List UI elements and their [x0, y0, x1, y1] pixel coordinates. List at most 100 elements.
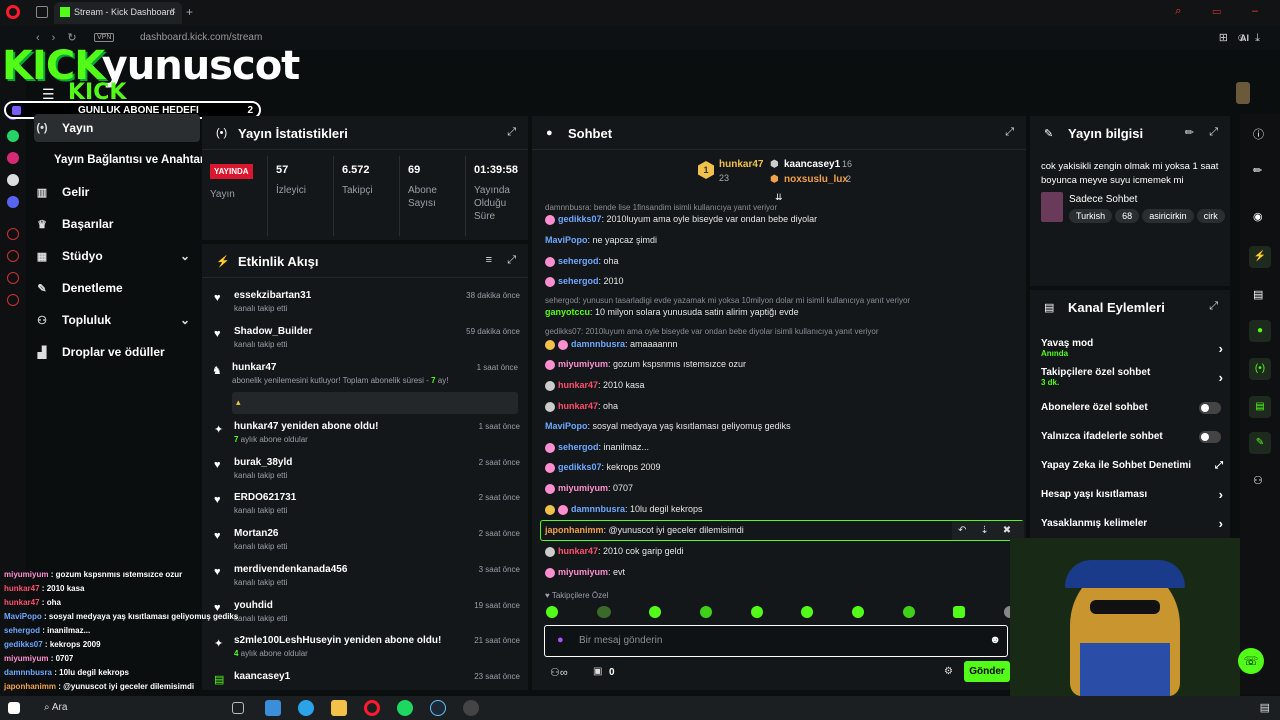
community-icon[interactable]: ⚇ — [1253, 474, 1263, 487]
support-chat-icon[interactable]: ☏ — [1238, 648, 1264, 674]
nav-item-topluluk[interactable]: ⚇ Topluluk ⌄ — [34, 306, 200, 334]
notification-icon[interactable]: ▤ — [1260, 701, 1270, 714]
windows-start-icon[interactable] — [8, 702, 20, 714]
activity-name[interactable]: youhdid — [234, 600, 273, 611]
download-icon[interactable] — [7, 250, 19, 262]
slow-mode-row[interactable]: Yavaş mod Anında › — [1041, 338, 1225, 362]
filter-icon[interactable]: ≡ — [486, 254, 492, 266]
emoji-icon[interactable]: ☻ — [989, 634, 1001, 646]
chat-username[interactable]: miyumiyum — [558, 567, 608, 577]
chat-username[interactable]: miyumiyum — [558, 359, 608, 369]
chat-username[interactable]: hunkar47 — [558, 380, 598, 390]
browser-tab[interactable]: Stream - Kick Dashboard × — [54, 2, 182, 24]
infinity-icon[interactable]: ⚇∞ — [550, 666, 568, 679]
activity-name[interactable]: hunkar47 — [232, 362, 276, 373]
activity-name[interactable]: essekzibartan31 — [234, 290, 311, 301]
chat-username[interactable]: gedikks07 — [558, 462, 602, 472]
emote-icon[interactable] — [546, 606, 558, 618]
nav-item-gelir[interactable]: ▥ Gelir — [34, 178, 200, 206]
ai-button[interactable]: AI — [1240, 33, 1249, 43]
camera-icon[interactable]: ◉ — [1253, 210, 1263, 223]
subs-chat-row[interactable]: Abonelere özel sohbet — [1041, 402, 1225, 416]
opera-logo-icon[interactable] — [6, 5, 20, 19]
url-field[interactable]: dashboard.kick.com/stream — [140, 32, 262, 43]
file-explorer-icon[interactable] — [331, 700, 347, 716]
extensions-icon[interactable] — [7, 272, 19, 284]
window-controls[interactable]: ⌕ ▭ – — [1175, 5, 1272, 18]
vpn-badge[interactable]: VPN — [94, 33, 115, 42]
settings-icon[interactable] — [7, 294, 19, 306]
emote-icon[interactable] — [649, 606, 662, 618]
expand-icon[interactable]: ⤢ — [1005, 126, 1014, 139]
discord-icon[interactable] — [7, 196, 19, 208]
lightning-icon[interactable]: ⚡ — [1249, 246, 1271, 268]
gear-icon[interactable]: ⚙ — [944, 666, 953, 677]
tag[interactable]: asiricirkin — [1142, 209, 1194, 223]
expand-icon[interactable]: ⤢ — [1209, 300, 1218, 313]
nav-item-droplar[interactable]: ▟ Droplar ve ödüller — [34, 338, 200, 366]
subs-chat-toggle[interactable] — [1199, 402, 1221, 414]
category-thumbnail[interactable] — [1041, 192, 1063, 222]
activity-name[interactable]: Shadow_Builder — [234, 326, 312, 337]
nav-item-studyo[interactable]: ▦ Stüdyo ⌄ — [34, 242, 200, 270]
chat-icon[interactable]: ● — [1249, 320, 1271, 342]
activity-name[interactable]: hunkar47 yeniden abone oldu! — [234, 421, 378, 432]
chat-input[interactable]: Bir mesaj gönderin — [579, 635, 662, 646]
edit-icon[interactable]: ✏ — [1253, 164, 1262, 177]
top-supporter-name[interactable]: noxsuslu_lux — [784, 174, 848, 185]
tab-list-icon[interactable] — [36, 6, 48, 18]
list-icon[interactable]: ▤ — [1249, 396, 1271, 418]
history-icon[interactable] — [7, 228, 19, 240]
activity-name[interactable]: burak_38yld — [234, 457, 292, 468]
user-avatar[interactable] — [1236, 82, 1250, 104]
emote-icon[interactable] — [699, 606, 712, 618]
activity-name[interactable]: kaancasey1 — [234, 671, 290, 682]
activity-name[interactable]: Mortan26 — [234, 528, 278, 539]
nav-item-yayin[interactable]: (•) Yayın — [34, 114, 200, 142]
chat-username[interactable]: hunkar47 — [558, 546, 598, 556]
app-icon[interactable] — [463, 700, 479, 716]
tag[interactable]: cirk — [1196, 209, 1225, 223]
info-icon[interactable]: ⓘ — [1253, 126, 1264, 142]
emote-icon[interactable] — [953, 606, 966, 618]
close-tab-icon[interactable]: × — [170, 6, 176, 17]
emote-icon[interactable] — [801, 606, 814, 618]
top-supporter-name[interactable]: hunkar47 — [719, 159, 763, 170]
chat-username[interactable]: ganyotccu — [545, 307, 590, 317]
whatsapp-icon[interactable] — [7, 130, 19, 142]
mail-icon[interactable] — [265, 700, 281, 716]
new-tab-icon[interactable]: + — [186, 5, 193, 19]
chat-username[interactable]: sehergod — [558, 276, 599, 286]
edge-icon[interactable] — [298, 700, 314, 716]
chat-username[interactable]: sehergod — [558, 442, 599, 452]
expand-icon[interactable]: ⤢ — [1209, 126, 1218, 139]
chat-username[interactable]: damnnbusra — [571, 339, 625, 349]
age-restriction-row[interactable]: Hesap yaşı kısıtlaması › — [1041, 487, 1225, 503]
emote-icon[interactable] — [596, 606, 611, 618]
emotes-chat-toggle[interactable] — [1199, 431, 1221, 443]
microphone-icon[interactable]: ● — [557, 634, 564, 646]
document-icon[interactable]: ▤ — [1253, 288, 1263, 301]
followers-chat-row[interactable]: Takipçilere özel sohbet 3 dk. › — [1041, 367, 1225, 391]
x-icon[interactable] — [7, 174, 19, 186]
chat-username[interactable]: hunkar47 — [558, 401, 598, 411]
activity-name[interactable]: ERDO621731 — [234, 492, 296, 503]
nav-item-stream-key[interactable]: Yayın Bağlantısı ve Anahtarı — [54, 146, 220, 174]
wrench-icon[interactable]: ✎ — [1249, 432, 1271, 454]
emote-icon[interactable] — [750, 606, 763, 618]
scroll-down-icon[interactable]: ⇊ — [775, 192, 783, 203]
expand-icon[interactable]: ⤢ — [507, 254, 516, 267]
category-name[interactable]: Sadece Sohbet — [1069, 194, 1137, 205]
activity-name[interactable]: s2mle100LeshHuseyin yeniden abone oldu! — [234, 635, 441, 646]
taskbar-search[interactable]: ⌕ Ara — [44, 702, 67, 713]
ai-mod-row[interactable]: Yapay Zeka ile Sohbet Denetimi ⤢ — [1041, 460, 1225, 474]
nav-item-denetleme[interactable]: ✎ Denetleme — [34, 274, 200, 302]
chat-username[interactable]: sehergod — [558, 256, 599, 266]
tag[interactable]: Turkish — [1069, 209, 1113, 223]
banned-words-row[interactable]: Yasaklanmış kelimeler › — [1041, 516, 1225, 532]
broadcast-icon[interactable]: (•) — [1249, 358, 1271, 380]
activity-name[interactable]: merdivendenkanada456 — [234, 564, 347, 575]
chat-username[interactable]: MaviPopo — [545, 235, 588, 245]
chat-username[interactable]: japonhanimm — [545, 525, 604, 535]
opera-taskbar-icon[interactable] — [364, 700, 380, 716]
